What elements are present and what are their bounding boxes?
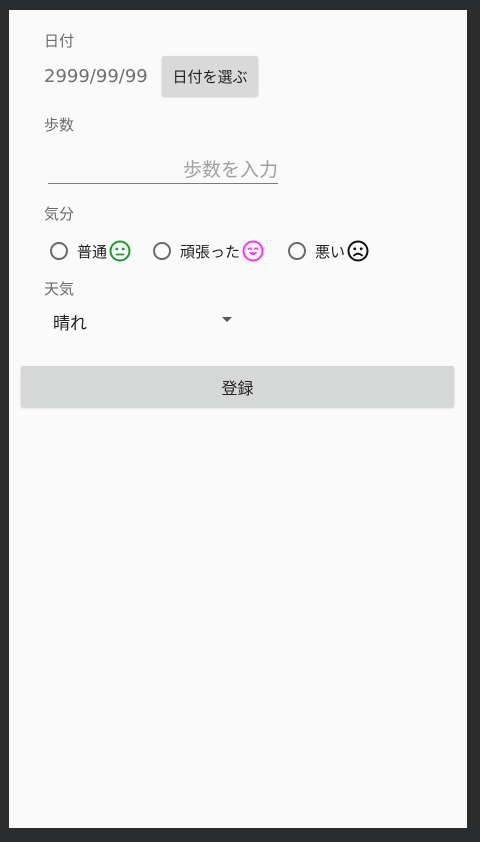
steps-label: 歩数 [44,116,75,134]
radio-button[interactable] [288,242,306,260]
frowning-face-icon [347,240,369,262]
date-label: 日付 [44,32,75,50]
dropdown-arrow-icon [222,317,232,322]
mood-option-label: 普通 [77,242,108,261]
weather-label: 天気 [44,280,75,298]
radio-button[interactable] [50,242,68,260]
mood-option-bad[interactable]: 悪い [288,238,369,264]
steps-input[interactable]: 歩数を入力 [48,151,278,184]
mood-option-label: 悪い [315,242,346,261]
pick-date-button[interactable]: 日付を選ぶ [162,56,258,96]
weather-selected-value: 晴れ [53,314,87,334]
mood-label: 気分 [44,205,75,223]
neutral-face-icon [109,240,131,262]
mood-option-label: 頑張った [180,242,241,261]
smiling-face-icon [242,240,264,262]
date-value: 2999/99/99 [44,66,148,87]
steps-placeholder: 歩数を入力 [182,159,278,181]
weather-dropdown[interactable]: 晴れ [44,307,232,334]
radio-button[interactable] [153,242,171,260]
register-button[interactable]: 登録 [21,366,454,407]
mood-option-worked-hard[interactable]: 頑張った [153,238,264,264]
app-screen: 日付 2999/99/99 日付を選ぶ 歩数 歩数を入力 気分 普通 頑張った [9,10,467,828]
mood-option-normal[interactable]: 普通 [50,238,131,264]
